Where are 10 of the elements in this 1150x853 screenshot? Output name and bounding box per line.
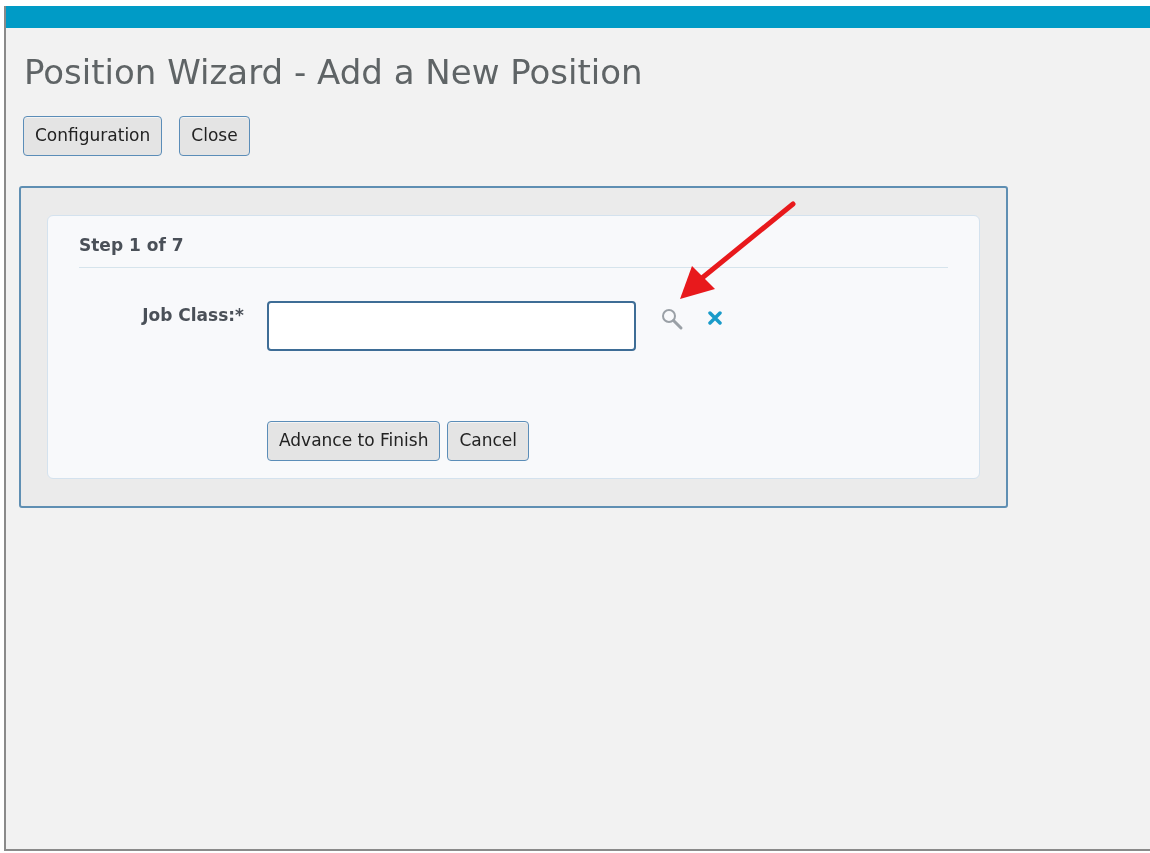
toolbar-button[interactable]: Close [179,116,250,156]
toolbar-button[interactable]: Configuration [23,116,163,156]
wizard-button[interactable]: Advance to Finish [267,420,441,461]
wizard-button[interactable]: Cancel [447,420,530,461]
field-label: Job Class:* [142,304,244,325]
search-icon[interactable] [660,306,684,331]
page-title: Position Wizard - Add a New Position [24,51,643,94]
input-field[interactable] [267,300,636,351]
clear-icon[interactable] [708,310,722,325]
step-heading: Step 1 of 7 [79,235,184,255]
